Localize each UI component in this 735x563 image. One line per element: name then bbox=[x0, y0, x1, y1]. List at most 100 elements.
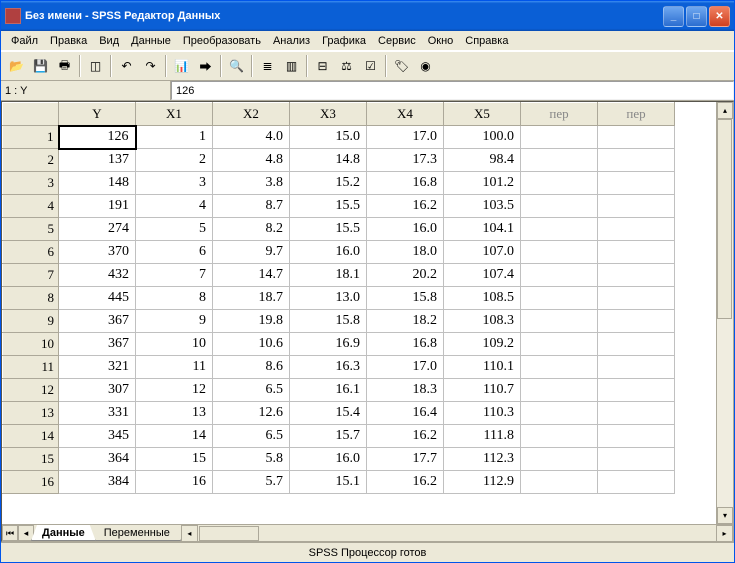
dialog-recall-icon[interactable]: ◫ bbox=[84, 55, 107, 77]
empty-cell[interactable] bbox=[521, 218, 598, 241]
row-header[interactable]: 11 bbox=[3, 356, 59, 379]
empty-cell[interactable] bbox=[521, 172, 598, 195]
data-cell[interactable]: 7 bbox=[136, 264, 213, 287]
column-header[interactable]: X1 bbox=[136, 103, 213, 126]
empty-cell[interactable] bbox=[598, 471, 675, 494]
row-header[interactable]: 7 bbox=[3, 264, 59, 287]
row-header[interactable]: 14 bbox=[3, 425, 59, 448]
empty-cell[interactable] bbox=[598, 310, 675, 333]
data-cell[interactable]: 100.0 bbox=[444, 126, 521, 149]
row-header[interactable]: 6 bbox=[3, 241, 59, 264]
data-cell[interactable]: 6 bbox=[136, 241, 213, 264]
goto-case-icon[interactable]: ⮕ bbox=[194, 55, 217, 77]
data-cell[interactable]: 445 bbox=[59, 287, 136, 310]
data-cell[interactable]: 15.4 bbox=[290, 402, 367, 425]
data-cell[interactable]: 16.3 bbox=[290, 356, 367, 379]
data-cell[interactable]: 13 bbox=[136, 402, 213, 425]
data-cell[interactable]: 367 bbox=[59, 333, 136, 356]
scroll-down-button[interactable]: ▾ bbox=[717, 507, 733, 524]
column-header[interactable]: X5 bbox=[444, 103, 521, 126]
data-cell[interactable]: 8.6 bbox=[213, 356, 290, 379]
empty-cell[interactable] bbox=[521, 149, 598, 172]
tab-data[interactable]: Данные bbox=[31, 525, 96, 541]
empty-cell[interactable] bbox=[521, 448, 598, 471]
data-cell[interactable]: 5.7 bbox=[213, 471, 290, 494]
empty-cell[interactable] bbox=[521, 264, 598, 287]
cell-name-box[interactable]: 1 : Y bbox=[1, 81, 171, 100]
data-cell[interactable]: 16.0 bbox=[367, 218, 444, 241]
data-cell[interactable]: 112.9 bbox=[444, 471, 521, 494]
tab-nav-first[interactable]: ⏮ bbox=[2, 525, 18, 541]
data-cell[interactable]: 16 bbox=[136, 471, 213, 494]
menu-Анализ[interactable]: Анализ bbox=[267, 33, 316, 49]
horizontal-scrollbar[interactable]: ◂ ▸ bbox=[181, 525, 733, 541]
data-cell[interactable]: 4.0 bbox=[213, 126, 290, 149]
data-cell[interactable]: 9.7 bbox=[213, 241, 290, 264]
data-cell[interactable]: 345 bbox=[59, 425, 136, 448]
data-cell[interactable]: 10.6 bbox=[213, 333, 290, 356]
data-cell[interactable]: 16.9 bbox=[290, 333, 367, 356]
menu-Преобразовать[interactable]: Преобразовать bbox=[177, 33, 267, 49]
data-cell[interactable]: 17.7 bbox=[367, 448, 444, 471]
minimize-button[interactable]: _ bbox=[663, 6, 684, 27]
column-header[interactable]: X4 bbox=[367, 103, 444, 126]
data-cell[interactable]: 110.7 bbox=[444, 379, 521, 402]
data-cell[interactable]: 14.7 bbox=[213, 264, 290, 287]
menu-Файл[interactable]: Файл bbox=[5, 33, 44, 49]
vertical-scroll-thumb[interactable] bbox=[717, 119, 732, 319]
data-cell[interactable]: 15.5 bbox=[290, 218, 367, 241]
data-cell[interactable]: 8.2 bbox=[213, 218, 290, 241]
goto-chart-icon[interactable]: 📊 bbox=[170, 55, 193, 77]
data-cell[interactable]: 15 bbox=[136, 448, 213, 471]
scroll-up-button[interactable]: ▴ bbox=[717, 102, 733, 119]
data-cell[interactable]: 6.5 bbox=[213, 379, 290, 402]
data-cell[interactable]: 126 bbox=[59, 126, 136, 149]
value-labels-icon[interactable]: 🏷 bbox=[390, 55, 413, 77]
data-cell[interactable]: 16.0 bbox=[290, 241, 367, 264]
data-cell[interactable]: 8.7 bbox=[213, 195, 290, 218]
data-cell[interactable]: 274 bbox=[59, 218, 136, 241]
data-cell[interactable]: 107.0 bbox=[444, 241, 521, 264]
empty-cell[interactable] bbox=[598, 402, 675, 425]
data-cell[interactable]: 103.5 bbox=[444, 195, 521, 218]
tab-variables[interactable]: Переменные bbox=[93, 525, 181, 541]
data-cell[interactable]: 12.6 bbox=[213, 402, 290, 425]
insert-variable-icon[interactable]: ▥ bbox=[280, 55, 303, 77]
print-icon[interactable]: 🖶 bbox=[53, 55, 76, 77]
use-sets-icon[interactable]: ◉ bbox=[414, 55, 437, 77]
row-header[interactable]: 10 bbox=[3, 333, 59, 356]
empty-cell[interactable] bbox=[521, 379, 598, 402]
empty-cell[interactable] bbox=[598, 241, 675, 264]
data-cell[interactable]: 108.3 bbox=[444, 310, 521, 333]
data-cell[interactable]: 367 bbox=[59, 310, 136, 333]
redo-icon[interactable]: ↷ bbox=[139, 55, 162, 77]
data-cell[interactable]: 10 bbox=[136, 333, 213, 356]
data-cell[interactable]: 16.2 bbox=[367, 195, 444, 218]
maximize-button[interactable]: □ bbox=[686, 6, 707, 27]
data-cell[interactable]: 370 bbox=[59, 241, 136, 264]
row-header[interactable]: 16 bbox=[3, 471, 59, 494]
column-header[interactable]: X3 bbox=[290, 103, 367, 126]
data-cell[interactable]: 384 bbox=[59, 471, 136, 494]
column-header[interactable]: Y bbox=[59, 103, 136, 126]
data-cell[interactable]: 19.8 bbox=[213, 310, 290, 333]
data-cell[interactable]: 1 bbox=[136, 126, 213, 149]
row-header[interactable]: 1 bbox=[3, 126, 59, 149]
empty-cell[interactable] bbox=[598, 126, 675, 149]
menu-Сервис[interactable]: Сервис bbox=[372, 33, 422, 49]
data-cell[interactable]: 16.2 bbox=[367, 471, 444, 494]
row-header[interactable]: 3 bbox=[3, 172, 59, 195]
data-cell[interactable]: 98.4 bbox=[444, 149, 521, 172]
data-cell[interactable]: 4 bbox=[136, 195, 213, 218]
tab-nav-prev[interactable]: ◂ bbox=[18, 525, 34, 541]
split-file-icon[interactable]: ⊟ bbox=[311, 55, 334, 77]
titlebar[interactable]: Без имени - SPSS Редактор Данных _ □ ✕ bbox=[1, 1, 734, 31]
empty-cell[interactable] bbox=[521, 333, 598, 356]
menu-Данные[interactable]: Данные bbox=[125, 33, 177, 49]
data-cell[interactable]: 307 bbox=[59, 379, 136, 402]
save-icon[interactable]: 💾 bbox=[29, 55, 52, 77]
data-cell[interactable]: 12 bbox=[136, 379, 213, 402]
empty-cell[interactable] bbox=[598, 287, 675, 310]
empty-cell[interactable] bbox=[521, 356, 598, 379]
data-cell[interactable]: 112.3 bbox=[444, 448, 521, 471]
